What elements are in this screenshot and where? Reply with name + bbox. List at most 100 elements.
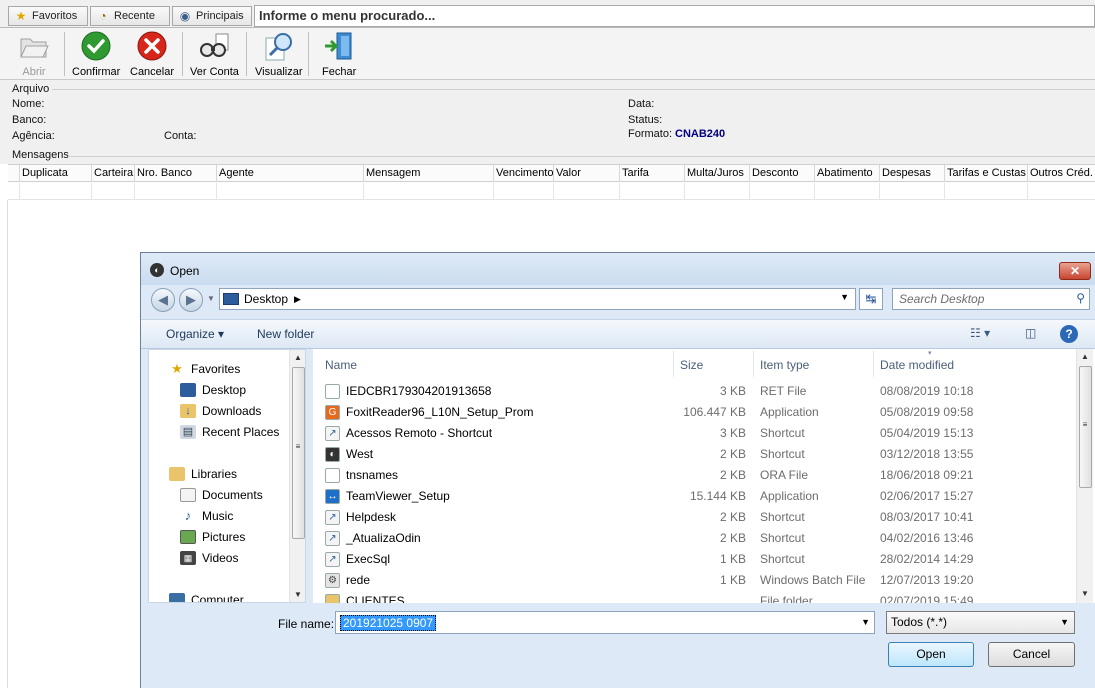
column-name[interactable]: Name [325, 358, 357, 372]
scroll-up-icon[interactable]: ▲ [290, 353, 305, 362]
table-row[interactable] [8, 183, 1095, 200]
col-vencimento[interactable]: Vencimento [494, 165, 554, 182]
visualizar-label: Visualizar [255, 66, 303, 78]
preview-pane-icon[interactable]: ◫ [1025, 326, 1036, 340]
scroll-up-icon[interactable]: ▲ [1077, 352, 1093, 361]
address-bar[interactable]: Desktop ▶ ▼ [219, 288, 856, 310]
forward-button[interactable]: ▶ [179, 288, 203, 312]
toolbar-separator [182, 32, 183, 76]
file-date: 02/06/2017 15:27 [880, 489, 974, 503]
file-row[interactable]: tnsnames 2 KB ORA File 18/06/2018 09:21 [313, 465, 1073, 486]
nav-pictures[interactable]: Pictures [180, 528, 245, 546]
close-button[interactable]: ✕ [1059, 262, 1091, 280]
open-button[interactable]: Open [888, 642, 974, 667]
mensagens-grid-header: Duplicata Carteira Nro. Banco Agente Men… [8, 164, 1095, 182]
file-type-select[interactable]: Todos (*.*) ▼ [886, 611, 1075, 634]
nav-downloads[interactable]: ↓ Downloads [180, 402, 261, 420]
visualizar-button[interactable]: Visualizar [255, 30, 303, 78]
breadcrumb-desktop[interactable]: Desktop [244, 292, 288, 306]
col-nro-banco[interactable]: Nro. Banco [135, 165, 217, 182]
file-name: West [346, 447, 374, 461]
col-outros-cred[interactable]: Outros Créd. [1028, 165, 1095, 182]
dialog-titlebar[interactable]: ◐ Open ✕ [141, 253, 1095, 285]
breadcrumb-chevron-icon[interactable]: ▶ [294, 294, 301, 305]
cancel-button[interactable]: Cancel [988, 642, 1075, 667]
confirmar-button[interactable]: Confirmar [72, 30, 120, 78]
organize-button[interactable]: Organize ▾ [166, 327, 224, 341]
nav-computer[interactable]: Computer [169, 591, 244, 603]
ver-conta-button[interactable]: Ver Conta [190, 30, 239, 78]
file-row[interactable]: G FoxitReader96_L10N_Setup_Prom 106.447 KB… [313, 402, 1073, 423]
col-tarifas-custas[interactable]: Tarifas e Custas [945, 165, 1028, 182]
exit-door-icon [325, 32, 352, 60]
file-row[interactable]: ↗ ExecSql 1 KB Shortcut 28/02/2014 14:29 [313, 549, 1073, 570]
scroll-down-icon[interactable]: ▼ [1077, 589, 1093, 598]
view-options-icon[interactable]: ☷ ▾ [970, 326, 990, 340]
help-icon[interactable]: ? [1060, 325, 1078, 343]
col-abatimento[interactable]: Abatimento [815, 165, 880, 182]
abrir-button[interactable]: Abrir [18, 30, 50, 78]
file-name-input[interactable]: 201921025 0907 ▼ [335, 611, 875, 634]
file-scrollbar[interactable]: ▲ ≡ ▼ [1076, 349, 1093, 603]
nav-libraries[interactable]: Libraries [169, 465, 237, 483]
column-size[interactable]: Size [680, 358, 703, 372]
menu-search-input[interactable]: Informe o menu procurado... [254, 5, 1095, 27]
toolbar: Abrir Confirmar Cancelar Ver Conta Visua… [0, 28, 1095, 80]
address-dropdown-icon[interactable]: ▼ [840, 292, 849, 302]
col-mensagem[interactable]: Mensagem [364, 165, 494, 182]
shortcut-icon: ↗ [325, 510, 340, 525]
file-row[interactable]: ↗ _AtualizaOdin 2 KB Shortcut 04/02/2016 13:… [313, 528, 1073, 549]
nav-computer-label: Computer [191, 593, 244, 603]
column-date-modified[interactable]: Date modified [880, 358, 954, 372]
nav-recent-places[interactable]: ▤ Recent Places [180, 423, 279, 441]
computer-icon [169, 593, 185, 602]
nav-scrollbar[interactable]: ▲ ≡ ▼ [289, 350, 305, 602]
nav-videos[interactable]: ▦ Videos [180, 549, 238, 567]
nav-favorites[interactable]: ★ Favorites [169, 360, 240, 378]
file-row[interactable]: ↔ TeamViewer_Setup 15.144 KB Application 02/… [313, 486, 1073, 507]
row-indicator-header [8, 165, 20, 182]
scroll-down-icon[interactable]: ▼ [290, 590, 305, 599]
col-tarifa[interactable]: Tarifa [620, 165, 685, 182]
col-valor[interactable]: Valor [554, 165, 620, 182]
col-desconto[interactable]: Desconto [750, 165, 815, 182]
search-icon: ⚲ [1076, 291, 1085, 305]
file-row[interactable]: ↗ Acessos Remoto - Shortcut 3 KB Shortcut 05… [313, 423, 1073, 444]
favoritos-tab[interactable]: ★ Favoritos [8, 6, 88, 26]
file-row[interactable]: CLIENTES File folder 02/07/2019 15:49 [313, 591, 1073, 603]
file-icon [325, 384, 340, 399]
search-input[interactable]: Search Desktop ⚲ [892, 288, 1090, 310]
banco-label: Banco: [12, 114, 47, 126]
refresh-button[interactable]: ↹ [859, 288, 883, 310]
col-multa-juros[interactable]: Multa/Juros [685, 165, 750, 182]
fechar-button[interactable]: Fechar [322, 30, 356, 78]
scroll-thumb[interactable] [292, 367, 305, 539]
nav-music[interactable]: ♪ Music [180, 507, 234, 525]
nav-documents-label: Documents [202, 488, 263, 502]
back-button[interactable]: ◀ [151, 288, 175, 312]
table-cell [364, 183, 494, 200]
col-agente[interactable]: Agente [217, 165, 364, 182]
formato-label: Formato: [628, 128, 673, 140]
nav-desktop[interactable]: Desktop [180, 381, 246, 399]
file-row[interactable]: ◐ West 2 KB Shortcut 03/12/2018 13:55 [313, 444, 1073, 465]
table-cell [135, 183, 217, 200]
nav-documents[interactable]: Documents [180, 486, 263, 504]
file-size: 3 KB [719, 384, 746, 398]
ver-conta-label: Ver Conta [190, 66, 239, 78]
file-row[interactable]: ⚙ rede 1 KB Windows Batch File 12/07/2013 19… [313, 570, 1073, 591]
col-carteira[interactable]: Carteira [92, 165, 135, 182]
table-cell [20, 183, 92, 200]
column-item-type[interactable]: Item type [760, 358, 809, 372]
file-name-dropdown-icon[interactable]: ▼ [861, 617, 870, 627]
history-dropdown-icon[interactable]: ▼ [207, 294, 215, 303]
file-row[interactable]: ↗ Helpdesk 2 KB Shortcut 08/03/2017 10:41 [313, 507, 1073, 528]
principais-tab[interactable]: ◉ Principais [172, 6, 252, 26]
new-folder-button[interactable]: New folder [257, 327, 314, 341]
cancelar-button[interactable]: Cancelar [130, 30, 174, 78]
col-despesas[interactable]: Despesas [880, 165, 945, 182]
recente-tab[interactable]: ◔ Recente [90, 6, 170, 26]
col-duplicata[interactable]: Duplicata [20, 165, 92, 182]
file-row[interactable]: IEDCBR179304201913658 3 KB RET File 08/08/2… [313, 381, 1073, 402]
principais-label: Principais [196, 10, 244, 22]
